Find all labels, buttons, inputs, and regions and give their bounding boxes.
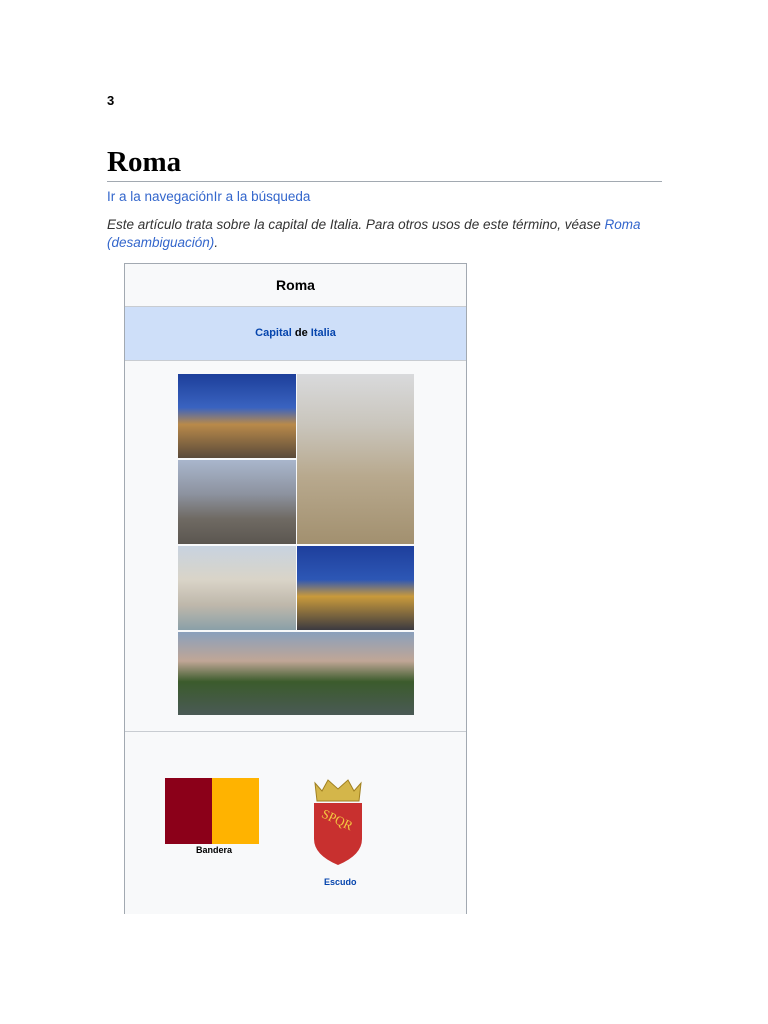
tiber-river-photo[interactable]	[178, 632, 414, 715]
castel-santangelo-photo[interactable]	[297, 546, 414, 630]
flag-of-rome[interactable]	[165, 778, 259, 844]
page-number: 3	[107, 93, 115, 108]
hatnote: Este artículo trata sobre la capital de …	[107, 216, 667, 252]
nav-links[interactable]: Ir a la navegaciónIr a la búsqueda	[107, 189, 310, 204]
st-peters-photo[interactable]	[297, 374, 414, 544]
capital-link[interactable]: Capital	[255, 327, 292, 339]
hatnote-text: Este artículo trata sobre la capital de …	[107, 217, 605, 232]
infobox-title: Roma	[125, 264, 466, 307]
flag-caption: Bandera	[196, 845, 233, 855]
hatnote-end: .	[214, 235, 219, 250]
pantheon-photo[interactable]	[178, 460, 296, 544]
infobox-subtitle: Capital de Italia	[125, 307, 466, 361]
italia-link[interactable]: Italia	[311, 327, 336, 339]
coat-caption[interactable]: Escudo	[324, 877, 357, 887]
infobox: Roma Capital de Italia Bandera SPQR Escu…	[124, 263, 467, 914]
title-divider	[107, 181, 662, 182]
subtitle-de: de	[291, 327, 311, 339]
colosseum-photo[interactable]	[178, 374, 296, 458]
photo-montage[interactable]	[125, 361, 466, 732]
page-title: Roma	[107, 146, 182, 178]
coat-of-arms-icon[interactable]: SPQR	[312, 777, 364, 867]
trevi-fountain-photo[interactable]	[178, 546, 296, 630]
